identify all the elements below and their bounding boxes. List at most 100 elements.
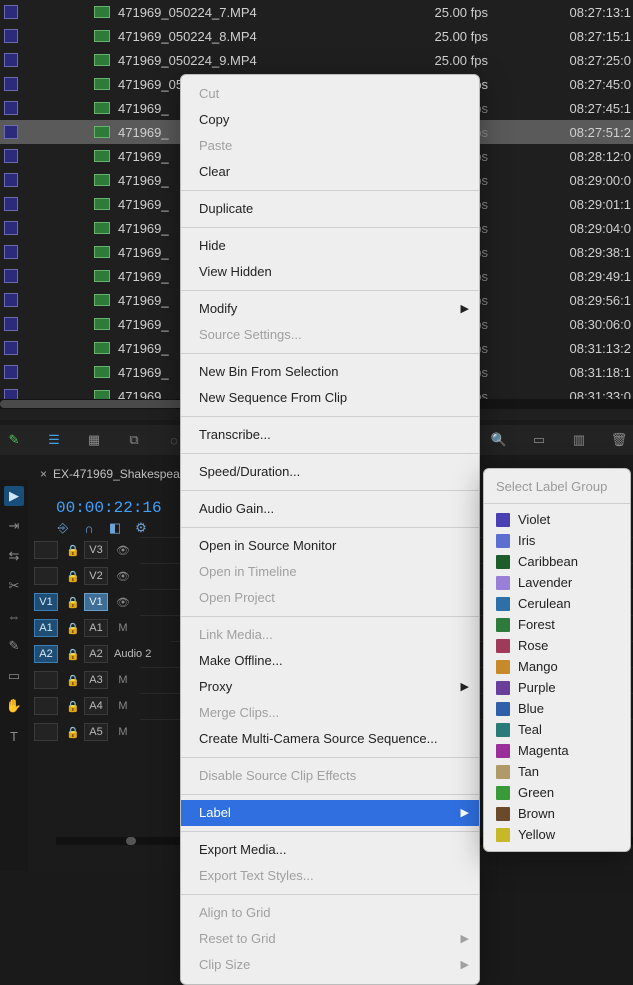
- label-tag[interactable]: [4, 317, 18, 331]
- label-option[interactable]: Caribbean: [484, 551, 630, 572]
- trash-icon[interactable]: 🗑: [611, 432, 627, 448]
- menu-export-media[interactable]: Export Media...: [181, 837, 479, 863]
- menu-new-bin[interactable]: New Bin From Selection: [181, 359, 479, 385]
- v3-source-patch[interactable]: [34, 541, 58, 559]
- pencil-icon[interactable]: ✎: [6, 432, 22, 448]
- label-tag[interactable]: [4, 245, 18, 259]
- label-option[interactable]: Forest: [484, 614, 630, 635]
- a2-target[interactable]: A2: [84, 645, 108, 663]
- a4-source-patch[interactable]: [34, 697, 58, 715]
- pen-tool-icon[interactable]: ✎: [4, 636, 24, 656]
- snap-icon[interactable]: ∩: [82, 521, 96, 535]
- clip-row[interactable]: 471969_050224_8.MP425.00 fps08:27:15:1: [0, 24, 633, 48]
- menu-audio-gain[interactable]: Audio Gain...: [181, 496, 479, 522]
- sequence-tab[interactable]: × EX-471969_Shakespea: [40, 467, 180, 481]
- menu-modify[interactable]: Modify▶: [181, 296, 479, 322]
- a5-source-patch[interactable]: [34, 723, 58, 741]
- new-bin-icon[interactable]: ▭: [531, 432, 547, 448]
- hand-tool-icon[interactable]: ✋: [4, 696, 24, 716]
- eye-icon[interactable]: 👁: [114, 593, 132, 611]
- a5-target[interactable]: A5: [84, 723, 108, 741]
- label-tag[interactable]: [4, 101, 18, 115]
- insert-icon[interactable]: ⎆: [56, 521, 70, 535]
- label-tag[interactable]: [4, 5, 18, 19]
- menu-multicam[interactable]: Create Multi-Camera Source Sequence...: [181, 726, 479, 752]
- icon-view-icon[interactable]: ▦: [86, 432, 102, 448]
- label-tag[interactable]: [4, 221, 18, 235]
- label-option[interactable]: Blue: [484, 698, 630, 719]
- label-option[interactable]: Teal: [484, 719, 630, 740]
- label-option[interactable]: Magenta: [484, 740, 630, 761]
- menu-proxy[interactable]: Proxy▶: [181, 674, 479, 700]
- lock-icon[interactable]: 🔒: [64, 697, 82, 715]
- label-option[interactable]: Iris: [484, 530, 630, 551]
- a4-target[interactable]: A4: [84, 697, 108, 715]
- mute-icon[interactable]: M: [114, 671, 132, 689]
- label-tag[interactable]: [4, 293, 18, 307]
- rect-tool-icon[interactable]: ▭: [4, 666, 24, 686]
- label-tag[interactable]: [4, 77, 18, 91]
- slip-tool-icon[interactable]: ⇔: [4, 606, 24, 626]
- eye-icon[interactable]: 👁: [114, 567, 132, 585]
- label-tag[interactable]: [4, 29, 18, 43]
- a2-source-patch[interactable]: A2: [34, 645, 58, 663]
- freeform-view-icon[interactable]: ⧉: [126, 432, 142, 448]
- label-option[interactable]: Brown: [484, 803, 630, 824]
- new-item-icon[interactable]: ▥: [571, 432, 587, 448]
- playhead-timecode[interactable]: 00:00:22:16: [56, 499, 162, 517]
- settings-icon[interactable]: ⚙: [134, 521, 148, 535]
- lock-icon[interactable]: 🔒: [64, 671, 82, 689]
- v1-source-patch[interactable]: V1: [34, 593, 58, 611]
- menu-new-sequence[interactable]: New Sequence From Clip: [181, 385, 479, 411]
- v2-target[interactable]: V2: [84, 567, 108, 585]
- razor-tool-icon[interactable]: ✂: [4, 576, 24, 596]
- label-tag[interactable]: [4, 365, 18, 379]
- v1-target[interactable]: V1: [84, 593, 108, 611]
- menu-transcribe[interactable]: Transcribe...: [181, 422, 479, 448]
- label-option[interactable]: Green: [484, 782, 630, 803]
- menu-copy[interactable]: Copy: [181, 107, 479, 133]
- timeline-zoom-thumb[interactable]: [126, 837, 136, 845]
- label-tag[interactable]: [4, 53, 18, 67]
- a1-source-patch[interactable]: A1: [34, 619, 58, 637]
- label-option[interactable]: Yellow: [484, 824, 630, 845]
- lock-icon[interactable]: 🔒: [64, 723, 82, 741]
- menu-view-hidden[interactable]: View Hidden: [181, 259, 479, 285]
- menu-label[interactable]: Label▶: [181, 800, 479, 826]
- v3-target[interactable]: V3: [84, 541, 108, 559]
- list-view-icon[interactable]: ☰: [46, 432, 62, 448]
- lock-icon[interactable]: 🔒: [64, 567, 82, 585]
- clip-row[interactable]: 471969_050224_9.MP425.00 fps08:27:25:0: [0, 48, 633, 72]
- label-tag[interactable]: [4, 341, 18, 355]
- label-option[interactable]: Rose: [484, 635, 630, 656]
- track-select-tool-icon[interactable]: ⇥: [4, 516, 24, 536]
- selection-tool-icon[interactable]: ▶: [4, 486, 24, 506]
- close-icon[interactable]: ×: [40, 467, 47, 481]
- label-tag[interactable]: [4, 269, 18, 283]
- lock-icon[interactable]: 🔒: [64, 541, 82, 559]
- lock-icon[interactable]: 🔒: [64, 645, 82, 663]
- label-option[interactable]: Tan: [484, 761, 630, 782]
- mute-icon[interactable]: M: [114, 723, 132, 741]
- label-tag[interactable]: [4, 197, 18, 211]
- mute-icon[interactable]: M: [114, 697, 132, 715]
- a1-target[interactable]: A1: [84, 619, 108, 637]
- label-tag[interactable]: [4, 173, 18, 187]
- menu-clear[interactable]: Clear: [181, 159, 479, 185]
- menu-make-offline[interactable]: Make Offline...: [181, 648, 479, 674]
- mute-icon[interactable]: M: [114, 619, 132, 637]
- a3-source-patch[interactable]: [34, 671, 58, 689]
- label-option[interactable]: Mango: [484, 656, 630, 677]
- clip-row[interactable]: 471969_050224_7.MP425.00 fps08:27:13:1: [0, 0, 633, 24]
- eye-icon[interactable]: 👁: [114, 541, 132, 559]
- menu-hide[interactable]: Hide: [181, 233, 479, 259]
- type-tool-icon[interactable]: T: [4, 726, 24, 746]
- ripple-tool-icon[interactable]: ⇆: [4, 546, 24, 566]
- label-option[interactable]: Violet: [484, 509, 630, 530]
- label-option[interactable]: Purple: [484, 677, 630, 698]
- marker-icon[interactable]: ◧: [108, 521, 122, 535]
- menu-speed[interactable]: Speed/Duration...: [181, 459, 479, 485]
- search-icon[interactable]: 🔍: [491, 432, 507, 448]
- label-option[interactable]: Cerulean: [484, 593, 630, 614]
- v2-source-patch[interactable]: [34, 567, 58, 585]
